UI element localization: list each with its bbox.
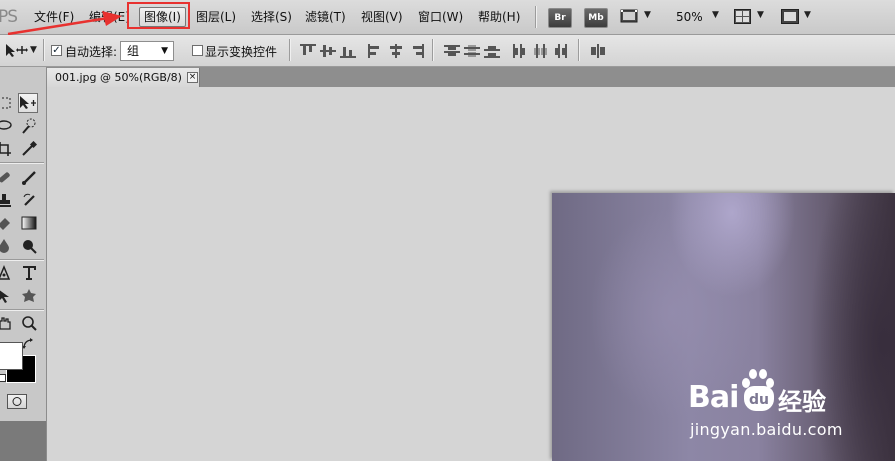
distribute-right-icon[interactable] (552, 44, 568, 58)
zoom-level[interactable]: 50% (676, 8, 703, 26)
distribute-left-icon[interactable] (512, 44, 528, 58)
custom-shape-tool-icon[interactable] (19, 286, 39, 306)
align-horizontal-center-icon[interactable] (388, 44, 404, 58)
tool-separator (0, 162, 44, 163)
align-bottom-icon[interactable] (340, 44, 356, 58)
tools-panel (0, 67, 47, 461)
dodge-tool-icon[interactable] (19, 236, 39, 256)
chevron-down-icon[interactable]: ▼ (712, 10, 719, 20)
type-tool-icon[interactable] (19, 263, 39, 283)
move-tool-preset-icon[interactable] (5, 42, 29, 61)
options-separator (43, 39, 44, 61)
tool-separator (0, 259, 44, 260)
eraser-tool-icon[interactable] (0, 213, 14, 233)
path-selection-tool-icon[interactable] (0, 286, 14, 306)
auto-select-label: 自动选择: (65, 45, 118, 59)
eyedropper-tool-icon[interactable] (19, 139, 39, 159)
brush-tool-icon[interactable] (19, 167, 39, 187)
menu-window[interactable]: 窗口(W) (418, 8, 463, 26)
chevron-down-icon[interactable]: ▼ (804, 10, 811, 20)
hand-tool-icon[interactable] (0, 313, 14, 333)
distribute-horizontal-center-icon[interactable] (532, 44, 548, 58)
menu-file[interactable]: 文件(F) (34, 8, 74, 26)
screen-mode-icon[interactable] (781, 9, 799, 27)
menu-view[interactable]: 视图(V) (361, 8, 403, 26)
foreground-color-swatch[interactable] (0, 342, 23, 370)
distribute-vertical-center-icon[interactable] (464, 44, 480, 58)
history-brush-tool-icon[interactable] (19, 190, 39, 210)
app-logo: PS (0, 7, 18, 27)
menu-separator (535, 6, 536, 28)
tool-separator (0, 309, 44, 310)
document-tab-title: 001.jpg @ 50%(RGB/8) (55, 71, 182, 84)
distribute-bottom-icon[interactable] (484, 44, 500, 58)
align-top-icon[interactable] (300, 44, 316, 58)
menu-filter[interactable]: 滤镜(T) (305, 8, 346, 26)
close-icon[interactable]: × (187, 72, 198, 83)
menu-select[interactable]: 选择(S) (251, 8, 292, 26)
show-transform-label: 显示变换控件 (205, 45, 278, 59)
menu-layer[interactable]: 图层(L) (196, 8, 236, 26)
chevron-down-icon: ▼ (161, 46, 168, 56)
clone-stamp-tool-icon[interactable] (0, 190, 14, 210)
menu-image[interactable]: 图像(I) (139, 7, 186, 27)
options-separator (289, 39, 290, 61)
auto-select-dropdown[interactable]: 组 ▼ (120, 41, 174, 61)
document-tab-bar: 001.jpg @ 50%(RGB/8) × (47, 67, 895, 87)
crop-tool-icon[interactable] (0, 139, 14, 159)
healing-brush-tool-icon[interactable] (0, 167, 14, 187)
arrange-documents-icon[interactable] (734, 9, 751, 27)
align-left-icon[interactable] (368, 44, 384, 58)
menu-edit[interactable]: 编辑(E) (89, 8, 130, 26)
quick-selection-tool-icon[interactable] (19, 116, 39, 136)
swap-colors-icon[interactable] (22, 338, 34, 353)
zoom-tool-icon[interactable] (19, 313, 39, 333)
bridge-button[interactable]: Br (548, 8, 572, 28)
chevron-down-icon[interactable]: ▼ (30, 45, 37, 55)
auto-align-layers-icon[interactable] (590, 44, 606, 58)
document-tab[interactable]: 001.jpg @ 50%(RGB/8) × (47, 68, 200, 87)
options-separator (432, 39, 433, 61)
document-image[interactable] (552, 193, 895, 461)
marquee-tool-icon[interactable] (0, 93, 14, 113)
distribute-top-icon[interactable] (444, 44, 460, 58)
pen-tool-icon[interactable] (0, 263, 14, 283)
chevron-down-icon[interactable]: ▼ (757, 10, 764, 20)
auto-select-value: 组 (127, 44, 140, 58)
blur-tool-icon[interactable] (0, 236, 14, 256)
align-vertical-center-icon[interactable] (320, 44, 336, 58)
tools-panel-footer (0, 421, 46, 461)
align-right-icon[interactable] (408, 44, 424, 58)
lasso-tool-icon[interactable] (0, 116, 14, 136)
chevron-down-icon[interactable]: ▼ (644, 10, 651, 20)
gradient-tool-icon[interactable] (19, 213, 39, 233)
extras-icon[interactable] (620, 8, 638, 27)
menu-bar: PS 文件(F) 编辑(E) 图像(I) 图层(L) 选择(S) 滤镜(T) 视… (0, 0, 895, 36)
move-tool-icon[interactable] (18, 93, 38, 113)
options-bar: ▼ ✓ 自动选择: 组 ▼ 显示变换控件 (0, 35, 895, 67)
mini-bridge-button[interactable]: Mb (584, 8, 608, 28)
auto-select-checkbox[interactable]: ✓ (51, 45, 62, 56)
options-separator (578, 39, 579, 61)
menu-help[interactable]: 帮助(H) (478, 8, 520, 26)
default-colors-icon[interactable] (0, 374, 6, 382)
show-transform-checkbox[interactable] (192, 45, 203, 56)
quick-mask-button[interactable] (7, 394, 27, 409)
